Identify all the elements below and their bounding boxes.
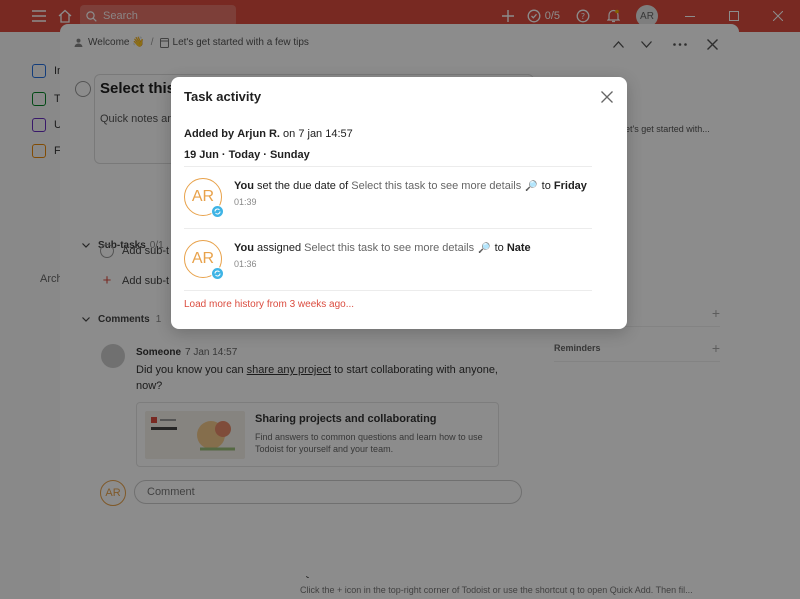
load-more-history-link[interactable]: Load more history from 3 weeks ago... <box>184 299 354 310</box>
close-icon[interactable] <box>597 87 617 107</box>
sync-badge-icon <box>211 267 224 280</box>
magnifier-emoji-icon: 🔎 <box>478 243 491 254</box>
activity-connector: to <box>541 180 551 192</box>
activity-target: Friday <box>553 180 587 192</box>
magnifier-emoji-icon: 🔎 <box>525 181 538 192</box>
task-activity-dialog: Task activity Added by Arjun R. on 7 jan… <box>171 77 627 329</box>
activity-time: 01:36 <box>234 259 257 269</box>
activity-text: You assigned Select this task to see mor… <box>234 242 531 254</box>
activity-time: 01:39 <box>234 197 257 207</box>
divider <box>184 228 592 229</box>
activity-task-link[interactable]: Select this task to see more details <box>304 242 474 254</box>
activity-actor: You <box>234 180 254 192</box>
divider <box>184 290 592 291</box>
activity-connector: to <box>494 242 504 254</box>
sync-badge-icon <box>211 205 224 218</box>
date-heading: 19 Jun · Today · Sunday <box>184 149 310 161</box>
dialog-title: Task activity <box>184 89 262 104</box>
added-by-date: on 7 jan 14:57 <box>283 128 353 140</box>
activity-text: You set the due date of Select this task… <box>234 180 587 192</box>
added-by-prefix: Added by <box>184 128 235 140</box>
activity-verb: assigned <box>257 242 302 254</box>
activity-actor: You <box>234 242 254 254</box>
activity-target: Nate <box>506 242 531 254</box>
divider <box>184 166 592 167</box>
added-by-name: Arjun R. <box>237 128 280 140</box>
added-by-line: Added by Arjun R. on 7 jan 14:57 <box>184 128 353 140</box>
activity-verb: set the due date of <box>257 180 349 192</box>
activity-task-link[interactable]: Select this task to see more details <box>351 180 521 192</box>
